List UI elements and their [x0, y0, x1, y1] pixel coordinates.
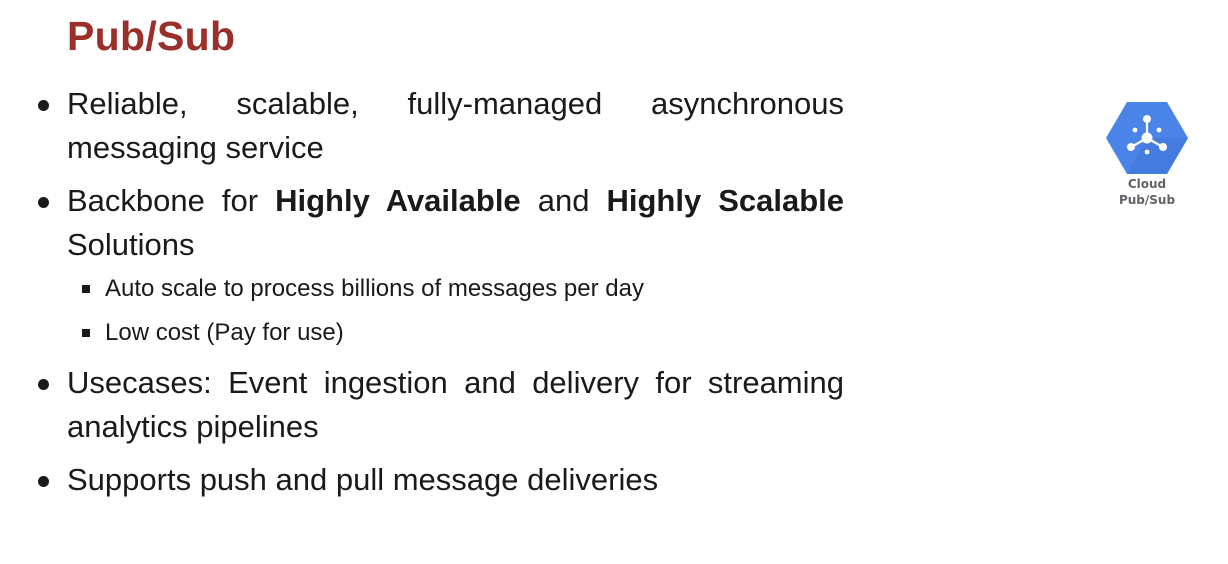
cloud-pubsub-icon — [1106, 102, 1188, 174]
sub-bullet-autoscale: Auto scale to process billions of messag… — [82, 273, 844, 305]
bullet-backbone-suffix: Solutions — [67, 227, 195, 262]
bullet-usecases: Usecases: Event ingestion and delivery f… — [38, 361, 844, 449]
bullet-reliable: Reliable, scalable, fully-managed asynch… — [38, 82, 844, 170]
sub-bullet-list: Auto scale to process billions of messag… — [67, 273, 844, 349]
highly-scalable-text: Highly Scalable — [606, 183, 844, 218]
bullet-backbone: Backbone for Highly Available and Highly… — [38, 179, 844, 349]
logo-label-pubsub: Pub/Sub — [1118, 193, 1176, 207]
bullet-list: Reliable, scalable, fully-managed asynch… — [38, 82, 844, 511]
cloud-pubsub-logo: Cloud Pub/Sub — [1104, 100, 1190, 208]
highly-available-text: Highly Available — [275, 183, 521, 218]
bullet-push-pull: Supports push and pull message deliverie… — [38, 458, 844, 502]
slide-title: Pub/Sub — [67, 13, 236, 59]
logo-label-cloud: Cloud — [1127, 177, 1167, 191]
bullet-backbone-prefix: Backbone for — [67, 183, 276, 218]
sub-bullet-low-cost: Low cost (Pay for use) — [82, 317, 844, 349]
bullet-backbone-middle: and — [520, 183, 607, 218]
